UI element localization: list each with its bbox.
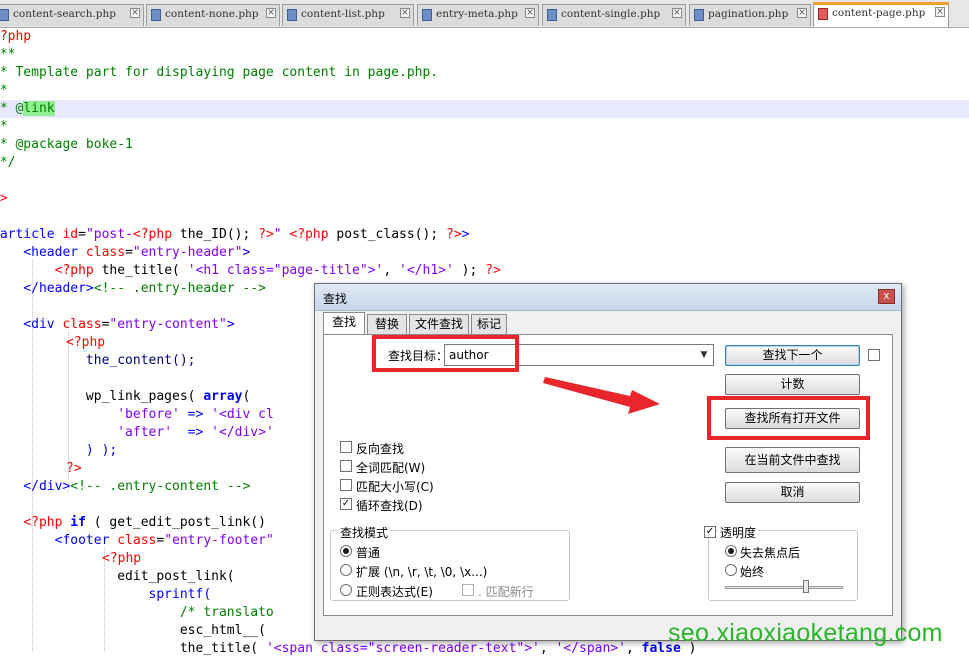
dropdown-arrow-icon[interactable]: ▼	[697, 348, 711, 362]
find-next-option-checkbox[interactable]	[868, 349, 880, 361]
match-newline-checkbox	[462, 584, 474, 596]
close-tab-icon[interactable]: ×	[525, 8, 535, 18]
code-line-current: * @link	[0, 100, 969, 118]
annotation-find-target-box	[372, 335, 519, 372]
on-lose-focus-radio[interactable]	[725, 545, 737, 557]
mode-normal-radio[interactable]	[340, 545, 352, 557]
tab-label: content-page.php	[832, 7, 926, 19]
code-line: <?php the_title( '<h1 class="page-title"…	[54, 263, 501, 278]
reverse-search-checkbox[interactable]	[340, 441, 352, 453]
tab-find-in-files[interactable]: 文件查找	[409, 314, 469, 334]
code-line: * @package boke-1	[0, 137, 133, 152]
close-tab-icon[interactable]: ×	[400, 8, 410, 18]
close-tab-icon[interactable]: ×	[266, 8, 276, 18]
tab-pagination[interactable]: pagination.php ×	[689, 4, 811, 26]
wrap-around-label[interactable]: 循环查找(D)	[356, 497, 423, 514]
reverse-search-label[interactable]: 反向查找	[356, 440, 404, 457]
tab-label: content-search.php	[13, 8, 116, 20]
file-icon	[0, 9, 9, 21]
match-whole-word-label[interactable]: 全词匹配(W)	[356, 459, 425, 476]
mode-regex-label[interactable]: 正则表达式(E)	[356, 583, 433, 600]
mode-regex-radio[interactable]	[340, 584, 352, 596]
mode-normal-label[interactable]: 普通	[356, 544, 380, 561]
code-line: <article id="post-<?php the_ID(); ?>" <?…	[0, 227, 470, 242]
transparency-slider-track[interactable]	[725, 586, 843, 589]
close-tab-icon[interactable]: ×	[935, 7, 945, 17]
tab-content-list[interactable]: content-list.php ×	[282, 4, 414, 26]
code-line: <header class="entry-header">	[0, 245, 251, 260]
code-line: */	[0, 155, 16, 170]
tab-entry-meta[interactable]: entry-meta.php ×	[417, 4, 539, 26]
transparency-title[interactable]: 透明度	[718, 524, 759, 541]
close-tab-icon[interactable]: ×	[797, 8, 807, 18]
dialog-titlebar[interactable]: 查找 x	[315, 284, 901, 311]
match-newline-label: . 匹配新行	[478, 585, 534, 599]
close-tab-icon[interactable]: ×	[130, 8, 140, 18]
tab-content-single[interactable]: content-single.php ×	[542, 4, 686, 26]
file-icon	[151, 9, 161, 21]
annotation-find-all-box	[707, 396, 870, 440]
tab-content-none[interactable]: content-none.php ×	[146, 4, 280, 26]
tab-label: content-list.php	[301, 8, 385, 20]
wrap-around-checkbox[interactable]: ✓	[340, 498, 352, 510]
close-icon[interactable]: x	[878, 289, 895, 304]
tab-bar: content-search.php × content-none.php × …	[0, 0, 969, 28]
always-label[interactable]: 始终	[740, 563, 764, 580]
code-line: ?>	[0, 191, 8, 206]
code-line: * Template part for displaying page cont…	[0, 65, 439, 80]
tab-mark[interactable]: 标记	[471, 314, 507, 334]
find-in-current-file-button[interactable]: 在当前文件中查找	[725, 447, 860, 473]
mode-extended-radio[interactable]	[340, 564, 352, 576]
tab-label: pagination.php	[708, 8, 789, 20]
tab-label: content-single.php	[561, 8, 661, 20]
mode-extended-label[interactable]: 扩展 (\n, \r, \t, \0, \x...)	[356, 563, 487, 580]
dialog-title: 查找	[323, 292, 348, 306]
code-line: <?php	[0, 29, 32, 44]
tab-content-search[interactable]: content-search.php ×	[0, 4, 144, 26]
code-line: /**	[0, 47, 16, 62]
tab-label: entry-meta.php	[436, 8, 518, 20]
match-whole-word-checkbox[interactable]	[340, 460, 352, 472]
find-next-button[interactable]: 查找下一个	[725, 345, 860, 366]
transparency-checkbox[interactable]: ✓	[704, 526, 716, 538]
transparency-slider-thumb[interactable]	[803, 580, 809, 593]
file-icon	[422, 9, 432, 21]
close-tab-icon[interactable]: ×	[672, 8, 682, 18]
search-mode-title: 查找模式	[338, 524, 391, 541]
watermark-text: seo.xiaoxiaoketang.com	[668, 619, 943, 647]
tab-label: content-none.php	[165, 8, 259, 20]
tab-find[interactable]: 查找	[323, 312, 365, 335]
code-line: *	[0, 119, 8, 134]
match-case-checkbox[interactable]	[340, 479, 352, 491]
tab-replace[interactable]: 替换	[367, 314, 407, 334]
file-icon	[287, 9, 297, 21]
always-radio[interactable]	[725, 564, 737, 576]
on-lose-focus-label[interactable]: 失去焦点后	[740, 544, 800, 561]
file-icon	[547, 9, 557, 21]
tab-content-page[interactable]: content-page.php ×	[813, 2, 949, 27]
file-icon	[818, 8, 828, 20]
cancel-button[interactable]: 取消	[725, 482, 860, 503]
count-button[interactable]: 计数	[725, 374, 860, 395]
code-line: *	[0, 83, 8, 98]
file-icon	[694, 9, 704, 21]
match-case-label[interactable]: 匹配大小写(C)	[356, 478, 434, 495]
